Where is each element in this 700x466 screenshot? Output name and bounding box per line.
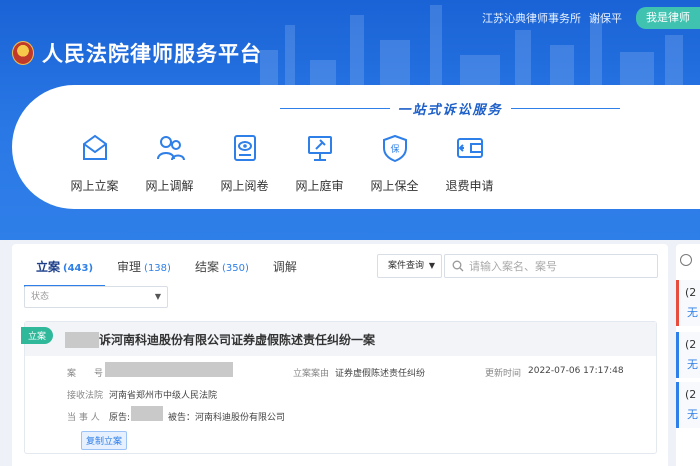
- tab-filing[interactable]: 立案 (443): [24, 252, 106, 287]
- case-list-card: 立案(443) 审理(138) 结案(350) 调解 案件查询 ▼ 状态 ▼ 立…: [12, 244, 668, 466]
- tab-closed[interactable]: 结案 (350): [183, 252, 261, 287]
- service-label: 网上调解: [145, 179, 194, 193]
- case-query-select[interactable]: 案件查询 ▼: [377, 254, 442, 278]
- tab-label: 立案: [36, 260, 61, 274]
- tab-mediation[interactable]: 调解: [261, 252, 312, 287]
- lawyer-button[interactable]: 我是律师: [636, 7, 700, 29]
- side-panel: (2 无 (2 无 (2 无: [676, 244, 700, 466]
- cause-label: 立案案由: [293, 369, 330, 379]
- clock-icon: [680, 254, 692, 266]
- case-no-label: 案 号: [67, 369, 104, 379]
- tab-count: (443): [63, 263, 94, 274]
- plaintiff-prefix: 原告:: [109, 413, 131, 423]
- copy-filing-button[interactable]: 复制立案: [81, 431, 128, 450]
- caret-down-icon: ▼: [154, 292, 161, 301]
- side-item-bottom: 无: [687, 408, 698, 421]
- side-item-top: (2: [685, 286, 697, 299]
- case-tabs: 立案 (443) 审理 (138) 结案 (350) 调解: [24, 252, 312, 287]
- tab-label: 调解: [272, 260, 297, 274]
- service-online-trial[interactable]: 网上庭审: [282, 133, 357, 194]
- side-list-item[interactable]: (2 无: [676, 332, 700, 378]
- service-label: 网上阅卷: [220, 179, 269, 193]
- user-name[interactable]: 谢保平: [589, 10, 622, 26]
- gavel-icon: [307, 136, 332, 161]
- case-header: 立案 诉河南科迪股份有限公司证券虚假陈述责任纠纷一案: [21, 322, 656, 356]
- service-label: 网上立案: [70, 179, 119, 193]
- slogan: 一站式诉讼服务: [397, 103, 503, 118]
- service-label: 网上保全: [370, 179, 419, 193]
- side-list-item[interactable]: (2 无: [676, 382, 700, 428]
- service-online-filing[interactable]: 网上立案: [57, 133, 132, 194]
- defendant-value: 被告：河南科迪股份有限公司: [168, 413, 286, 423]
- case-status-tag: 立案: [21, 327, 54, 344]
- status-select[interactable]: 状态 ▼: [24, 286, 168, 308]
- tab-count: (138): [144, 263, 171, 274]
- redacted-block: [65, 331, 99, 348]
- side-item-bottom: 无: [687, 306, 698, 319]
- shield-icon: 保: [382, 134, 407, 163]
- file-view-icon: [233, 135, 256, 161]
- redacted-case-no: [105, 362, 233, 377]
- case-search[interactable]: [444, 254, 658, 278]
- users-icon: [156, 136, 185, 161]
- service-label: 网上庭审: [295, 179, 344, 193]
- service-refund-request[interactable]: 退费申请: [432, 133, 507, 194]
- side-item-bottom: 无: [687, 358, 698, 371]
- tab-label: 结案: [194, 260, 219, 274]
- service-list: 网上立案 网上调解 网上阅卷 网上庭审 保 网上保全 退费申请: [57, 133, 507, 194]
- tab-label: 审理: [117, 260, 142, 274]
- top-user-bar: 江苏沁典律师事务所 谢保平 我是律师: [482, 7, 700, 29]
- tab-trial[interactable]: 审理 (138): [105, 252, 183, 287]
- platform-brand[interactable]: 人民法院律师服务平台: [12, 38, 262, 68]
- updated-label: 更新时间: [485, 369, 522, 379]
- service-online-preservation[interactable]: 保 网上保全: [357, 133, 432, 194]
- side-item-top: (2: [685, 388, 697, 401]
- court-label: 接收法院: [67, 391, 104, 401]
- redacted-plaintiff: [131, 406, 163, 421]
- service-label: 退费申请: [445, 179, 494, 193]
- parties-label: 当 事 人: [67, 413, 100, 423]
- service-panel: 一站式诉讼服务 网上立案 网上调解 网上阅卷 网上庭审 保 网上保全 退费申请: [12, 85, 700, 209]
- slogan-row: 一站式诉讼服务: [280, 99, 621, 118]
- service-online-mediation[interactable]: 网上调解: [132, 133, 207, 194]
- side-list-item[interactable]: (2 无: [676, 280, 700, 326]
- mail-icon: [82, 134, 107, 160]
- case-title[interactable]: 诉河南科迪股份有限公司证券虚假陈述责任纠纷一案: [65, 331, 375, 348]
- search-input[interactable]: [469, 258, 649, 274]
- case-title-text: 诉河南科迪股份有限公司证券虚假陈述责任纠纷一案: [99, 333, 376, 347]
- header-banner: 江苏沁典律师事务所 谢保平 我是律师 人民法院律师服务平台 一站式诉讼服务 网上…: [0, 0, 700, 240]
- svg-text:保: 保: [390, 143, 399, 155]
- firm-name: 江苏沁典律师事务所: [482, 12, 581, 25]
- updated-value: 2022-07-06 17:17:48: [528, 366, 624, 376]
- query-select-value: 案件查询: [388, 261, 425, 271]
- side-item-top: (2: [685, 338, 697, 351]
- service-online-review[interactable]: 网上阅卷: [207, 133, 282, 194]
- court-value: 河南省郑州市中级人民法院: [109, 391, 218, 401]
- tab-count: (350): [221, 263, 249, 274]
- platform-title: 人民法院律师服务平台: [42, 42, 262, 66]
- search-icon: [452, 260, 464, 272]
- case-item[interactable]: 立案 诉河南科迪股份有限公司证券虚假陈述责任纠纷一案 案 号 立案案由 证券虚假…: [21, 321, 657, 454]
- caret-down-icon: ▼: [428, 261, 435, 270]
- wallet-icon: [456, 138, 483, 158]
- status-placeholder: 状态: [31, 292, 50, 302]
- cause-value: 证券虚假陈述责任纠纷: [335, 369, 426, 379]
- court-emblem-icon: [12, 41, 34, 65]
